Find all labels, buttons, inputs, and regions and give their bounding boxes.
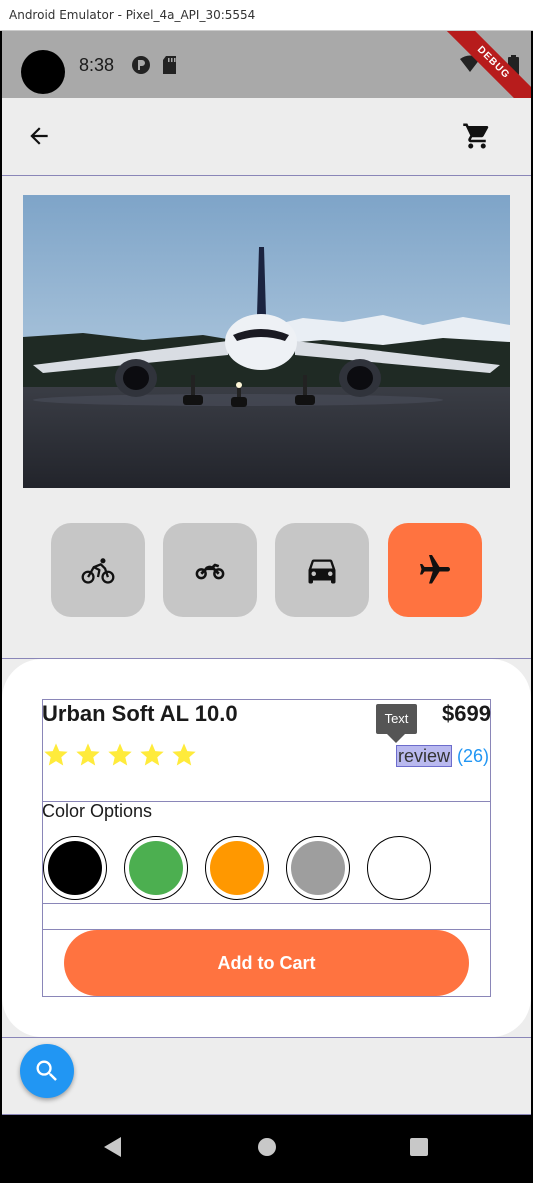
motorcycle-icon: [195, 563, 225, 580]
vehicle-bicycle-button[interactable]: [51, 523, 145, 617]
color-swatch-grey[interactable]: [286, 836, 350, 900]
bicycle-icon: [81, 558, 115, 584]
color-swatch-black[interactable]: [43, 836, 107, 900]
rating-stars: [42, 741, 198, 769]
star-icon: [44, 743, 68, 766]
nav-back-icon[interactable]: [101, 1135, 123, 1159]
airplane-photo: [23, 195, 510, 488]
cart-button[interactable]: [457, 116, 497, 156]
search-icon: [36, 1060, 57, 1081]
star-icon: [172, 743, 196, 766]
camera-cutout: [21, 50, 65, 94]
bottom-divider: [2, 1037, 531, 1038]
car-icon: [308, 559, 336, 584]
color-swatch-white[interactable]: [367, 836, 431, 900]
vehicle-motorcycle-button[interactable]: [163, 523, 257, 617]
product-price: $699: [442, 701, 491, 726]
emulator-title: Android Emulator - Pixel_4a_API_30:5554: [9, 8, 256, 22]
system-nav-bar: [2, 1115, 531, 1183]
product-image: [23, 195, 510, 488]
star-icon: [108, 743, 132, 766]
phone-screen: 8:38 DEBUG Urban Soft AL 10.0 $699 Text …: [2, 31, 531, 1183]
arrow-back-icon: [30, 127, 48, 145]
nav-home-icon[interactable]: [256, 1135, 278, 1159]
vehicle-airplane-button[interactable]: [388, 523, 482, 617]
nav-recents-icon[interactable]: [408, 1135, 430, 1159]
product-name: Urban Soft AL 10.0: [42, 701, 238, 726]
color-swatch-orange[interactable]: [205, 836, 269, 900]
status-bar: 8:38 DEBUG: [2, 31, 531, 120]
add-to-cart-button[interactable]: Add to Cart: [64, 930, 469, 996]
play-protect-icon: [132, 56, 150, 74]
search-fab[interactable]: [20, 1044, 74, 1098]
back-button[interactable]: [19, 116, 59, 156]
color-options-title: Color Options: [42, 801, 153, 821]
star-icon: [76, 743, 100, 766]
review-link[interactable]: review: [396, 745, 453, 767]
review-tooltip: Text: [376, 704, 417, 743]
color-swatch-green[interactable]: [124, 836, 188, 900]
sd-card-icon: [163, 56, 176, 74]
shopping-cart-icon: [463, 123, 489, 149]
review-count[interactable]: (26): [457, 745, 489, 767]
vehicle-car-button[interactable]: [275, 523, 369, 617]
status-time: 8:38: [79, 55, 115, 75]
app-bar: [2, 98, 531, 176]
star-icon: [140, 743, 164, 766]
airplane-icon: [420, 555, 450, 584]
emulator-title-bar: Android Emulator - Pixel_4a_API_30:5554: [0, 0, 533, 31]
spacer-outline: [42, 903, 491, 930]
